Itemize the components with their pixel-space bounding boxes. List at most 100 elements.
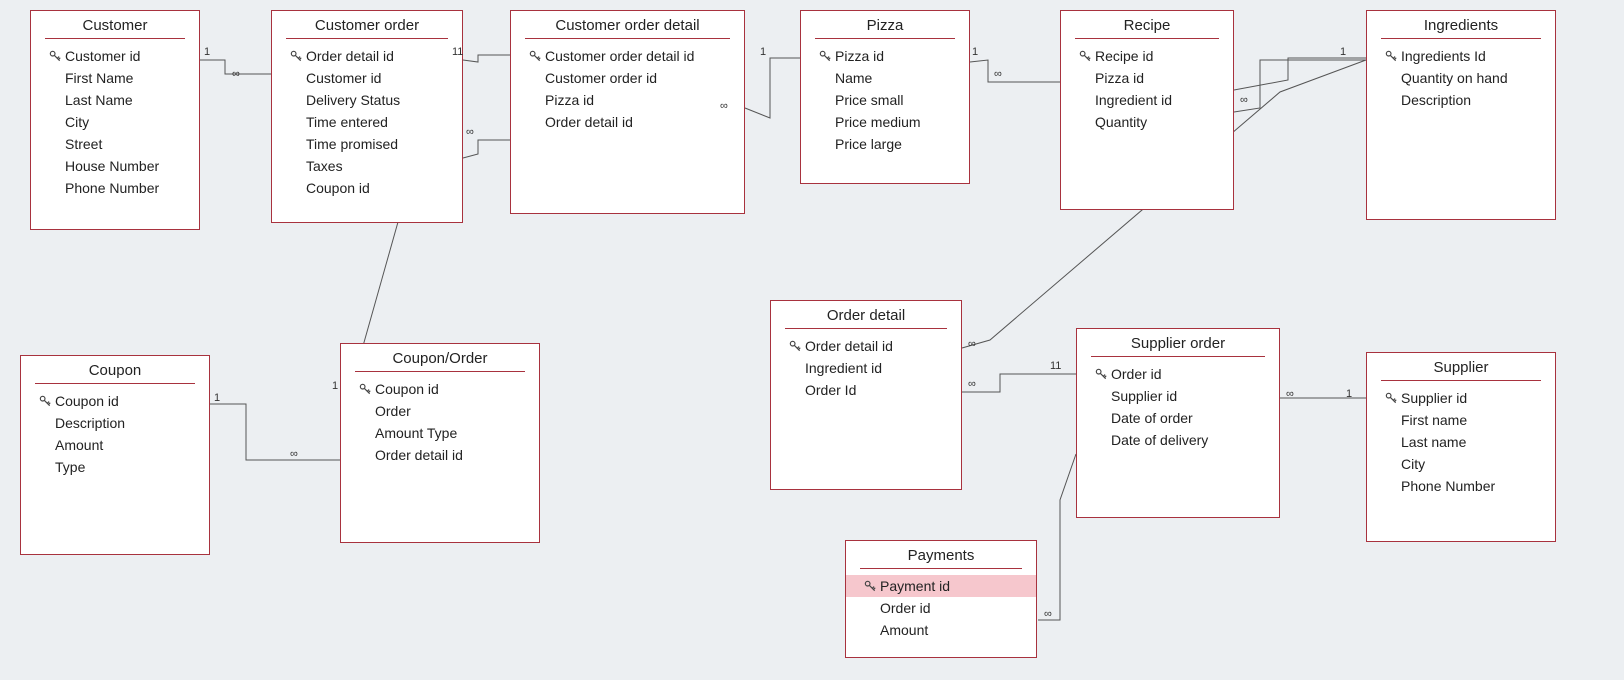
entity-field[interactable]: Customer id: [45, 45, 185, 67]
field-label: Last name: [1401, 434, 1541, 450]
entity-payments[interactable]: PaymentsPayment idOrder idAmount: [845, 540, 1037, 658]
entity-field[interactable]: Description: [35, 412, 195, 434]
entity-field[interactable]: Order: [355, 400, 525, 422]
entity-field[interactable]: Phone Number: [1381, 475, 1541, 497]
entity-field[interactable]: Payment id: [846, 575, 1036, 597]
field-label: Customer order detail id: [545, 48, 730, 64]
field-label: Coupon id: [55, 393, 195, 409]
entity-title: Customer: [31, 11, 199, 36]
entity-field[interactable]: Recipe id: [1075, 45, 1219, 67]
entity-divider: [35, 383, 195, 384]
entity-field[interactable]: Price small: [815, 89, 955, 111]
entity-field[interactable]: Phone Number: [45, 177, 185, 199]
primary-key-icon: [525, 49, 545, 63]
entity-customer[interactable]: Customer Customer idFirst NameLast NameCi…: [30, 10, 200, 230]
entity-field[interactable]: Quantity on hand: [1381, 67, 1541, 89]
entity-field[interactable]: First name: [1381, 409, 1541, 431]
entity-field[interactable]: Order detail id: [525, 111, 730, 133]
entity-field[interactable]: Ingredient id: [1075, 89, 1219, 111]
entity-field[interactable]: Amount: [35, 434, 195, 456]
entity-title: Recipe: [1061, 11, 1233, 36]
entity-field[interactable]: Amount: [860, 619, 1022, 641]
entity-field[interactable]: Name: [815, 67, 955, 89]
primary-key-icon: [45, 49, 65, 63]
entity-field[interactable]: City: [1381, 453, 1541, 475]
entity-field[interactable]: Ingredient id: [785, 357, 947, 379]
entity-field[interactable]: Date of delivery: [1091, 429, 1265, 451]
entity-field[interactable]: Last Name: [45, 89, 185, 111]
entity-ingredients[interactable]: Ingredients Ingredients IdQuantity on han…: [1366, 10, 1556, 220]
entity-fields: Payment idOrder idAmount: [846, 575, 1036, 651]
entity-field[interactable]: Supplier id: [1381, 387, 1541, 409]
entity-customer-order[interactable]: Customer orderOrder detail idCustomer id…: [271, 10, 463, 223]
entity-field[interactable]: Last name: [1381, 431, 1541, 453]
entity-field[interactable]: Order Id: [785, 379, 947, 401]
field-label: Customer id: [306, 70, 448, 86]
entity-field[interactable]: Quantity: [1075, 111, 1219, 133]
entity-field[interactable]: Taxes: [286, 155, 448, 177]
cardinality-label: 11: [1050, 360, 1061, 372]
entity-field[interactable]: Description: [1381, 89, 1541, 111]
field-label: Order: [375, 403, 525, 419]
field-label: Order detail id: [545, 114, 730, 130]
entity-field[interactable]: Customer id: [286, 67, 448, 89]
entity-field[interactable]: House Number: [45, 155, 185, 177]
entity-field[interactable]: Order detail id: [355, 444, 525, 466]
primary-key-icon: [35, 394, 55, 408]
entity-field[interactable]: Ingredients Id: [1381, 45, 1541, 67]
entity-field[interactable]: Type: [35, 456, 195, 478]
cardinality-label: 11: [452, 46, 463, 58]
entity-divider: [1075, 38, 1219, 39]
entity-field[interactable]: Coupon id: [286, 177, 448, 199]
cardinality-label: 1: [332, 380, 338, 392]
entity-coupon-order[interactable]: Coupon/OrderCoupon idOrderAmount TypeOrd…: [340, 343, 540, 543]
entity-fields: Customer idFirst NameLast NameCityStreet…: [31, 45, 199, 209]
entity-field[interactable]: Time entered: [286, 111, 448, 133]
entity-fields: Order detail id Ingredient idOrder Id: [771, 335, 961, 411]
entity-supplier[interactable]: SupplierSupplier idFirst nameLast nameCi…: [1366, 352, 1556, 542]
entity-field[interactable]: Pizza id: [525, 89, 730, 111]
entity-field[interactable]: Customer order id: [525, 67, 730, 89]
entity-recipe[interactable]: Recipe Recipe id Pizza id Ingredient id Quan…: [1060, 10, 1234, 210]
entity-field[interactable]: Price large: [815, 133, 955, 155]
entity-title: Order detail: [771, 301, 961, 326]
field-label: Ingredient id: [1095, 92, 1219, 108]
entity-order-detail[interactable]: Order detail Order detail id Ingredient id…: [770, 300, 962, 490]
entity-field[interactable]: First Name: [45, 67, 185, 89]
entity-field[interactable]: Coupon id: [35, 390, 195, 412]
entity-field[interactable]: Coupon id: [355, 378, 525, 400]
cardinality-label: ∞: [1044, 608, 1052, 620]
cardinality-label: 1: [760, 46, 766, 58]
entity-field[interactable]: Time promised: [286, 133, 448, 155]
primary-key-icon: [1075, 49, 1095, 63]
entity-field[interactable]: Delivery Status: [286, 89, 448, 111]
entity-title: Ingredients: [1367, 11, 1555, 36]
field-label: Price large: [835, 136, 955, 152]
entity-field[interactable]: Order id: [860, 597, 1022, 619]
field-label: Coupon id: [375, 381, 525, 397]
entity-divider: [860, 568, 1022, 569]
entity-field[interactable]: Date of order: [1091, 407, 1265, 429]
entity-field[interactable]: Street: [45, 133, 185, 155]
entity-field[interactable]: Order detail id: [286, 45, 448, 67]
entity-fields: Coupon id Order Amount TypeOrder detail id: [341, 378, 539, 476]
primary-key-icon: [1091, 367, 1111, 381]
field-label: Order detail id: [306, 48, 448, 64]
entity-field[interactable]: Pizza id: [815, 45, 955, 67]
entity-field[interactable]: Order id: [1091, 363, 1265, 385]
entity-field[interactable]: Customer order detail id: [525, 45, 730, 67]
entity-supplier-order[interactable]: Supplier orderOrder idSupplier idDate of…: [1076, 328, 1280, 518]
entity-field[interactable]: Order detail id: [785, 335, 947, 357]
field-label: Delivery Status: [306, 92, 448, 108]
entity-customer-order-detail[interactable]: Customer order detailCustomer order deta…: [510, 10, 745, 214]
entity-field[interactable]: City: [45, 111, 185, 133]
entity-field[interactable]: Amount Type: [355, 422, 525, 444]
entity-field[interactable]: Pizza id: [1075, 67, 1219, 89]
field-label: Order detail id: [805, 338, 947, 354]
entity-field[interactable]: Price medium: [815, 111, 955, 133]
field-label: Recipe id: [1095, 48, 1219, 64]
entity-field[interactable]: Supplier id: [1091, 385, 1265, 407]
entity-coupon[interactable]: CouponCoupon idDescriptionAmountType: [20, 355, 210, 555]
entity-pizza[interactable]: PizzaPizza idNamePrice smallPrice medium…: [800, 10, 970, 184]
entity-divider: [815, 38, 955, 39]
